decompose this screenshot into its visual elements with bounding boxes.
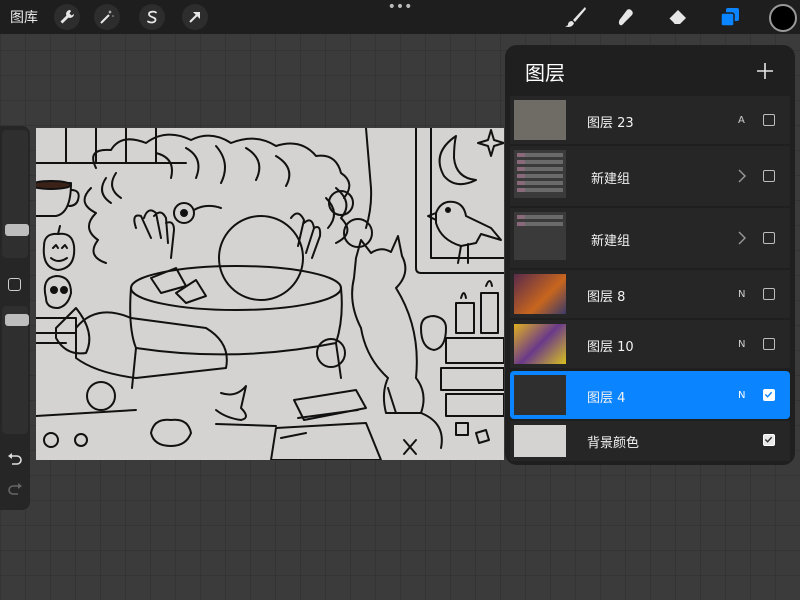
group-thumbnail: [514, 150, 566, 198]
smudge-icon[interactable]: [612, 3, 640, 31]
group-name: 新建组: [591, 172, 631, 187]
group-thumbnail: [514, 212, 566, 260]
blend-mode-label[interactable]: N: [738, 390, 745, 401]
canvas-artwork[interactable]: [36, 128, 504, 460]
layer-visibility-checkbox[interactable]: [763, 338, 775, 350]
more-dots-icon[interactable]: •••: [388, 0, 413, 14]
magic-wand-icon[interactable]: [94, 4, 120, 30]
undo-icon[interactable]: [6, 452, 24, 468]
layer-name: 图层 4: [587, 391, 626, 406]
group-visibility-checkbox[interactable]: [763, 232, 775, 244]
layer-thumbnail: [514, 375, 566, 415]
layers-panel-title: 图层: [525, 61, 565, 85]
chevron-right-icon[interactable]: [736, 230, 748, 246]
background-color-swatch[interactable]: [514, 425, 566, 457]
add-layer-plus-icon[interactable]: [755, 61, 775, 81]
layer-group-row[interactable]: 新建组: [510, 208, 790, 268]
transform-arrow-icon[interactable]: [182, 4, 208, 30]
layer-thumbnail: [514, 100, 566, 140]
layer-thumbnail: [514, 274, 566, 314]
redo-icon[interactable]: [6, 482, 24, 498]
blend-mode-label[interactable]: N: [738, 339, 745, 350]
background-visibility-checkbox[interactable]: [763, 434, 775, 446]
modify-square-button[interactable]: [8, 278, 21, 291]
layer-name: 图层 10: [587, 340, 634, 355]
group-name: 新建组: [591, 234, 631, 249]
layer-visibility-checkbox[interactable]: [763, 288, 775, 300]
opacity-slider[interactable]: [2, 306, 29, 434]
eraser-icon[interactable]: [664, 3, 692, 31]
layer-thumbnail: [514, 324, 566, 364]
blend-mode-label[interactable]: A: [738, 115, 745, 126]
layers-icon[interactable]: [716, 3, 744, 31]
brush-size-slider[interactable]: [2, 130, 29, 258]
left-sidebar: [0, 126, 30, 510]
gallery-button[interactable]: 图库: [10, 0, 38, 34]
blend-mode-label[interactable]: N: [738, 289, 745, 300]
brush-icon[interactable]: [562, 3, 590, 31]
layer-row[interactable]: 图层 23 A: [510, 96, 790, 144]
top-toolbar: 图库 •••: [0, 0, 800, 34]
layer-name: 图层 8: [587, 290, 626, 305]
group-visibility-checkbox[interactable]: [763, 170, 775, 182]
layer-row[interactable]: 图层 10 N: [510, 320, 790, 368]
color-picker-button[interactable]: [769, 4, 797, 32]
layer-row[interactable]: 图层 8 N: [510, 270, 790, 318]
selection-s-icon[interactable]: [139, 4, 165, 30]
layer-row-selected[interactable]: 图层 4 N: [510, 371, 790, 419]
layers-panel: 图层 图层 23 A 新建组 新建组 图层 8 N 图层 10 N 图层 4 N…: [505, 45, 795, 465]
wrench-icon[interactable]: [54, 4, 80, 30]
layer-group-row[interactable]: 新建组: [510, 146, 790, 206]
layer-visibility-checkbox[interactable]: [763, 389, 775, 401]
layer-visibility-checkbox[interactable]: [763, 114, 775, 126]
chevron-right-icon[interactable]: [736, 168, 748, 184]
opacity-thumb[interactable]: [5, 314, 29, 326]
background-color-row[interactable]: 背景颜色: [510, 421, 790, 461]
layer-name: 图层 23: [587, 116, 634, 131]
layer-name: 背景颜色: [587, 436, 640, 451]
brush-size-thumb[interactable]: [5, 224, 29, 236]
